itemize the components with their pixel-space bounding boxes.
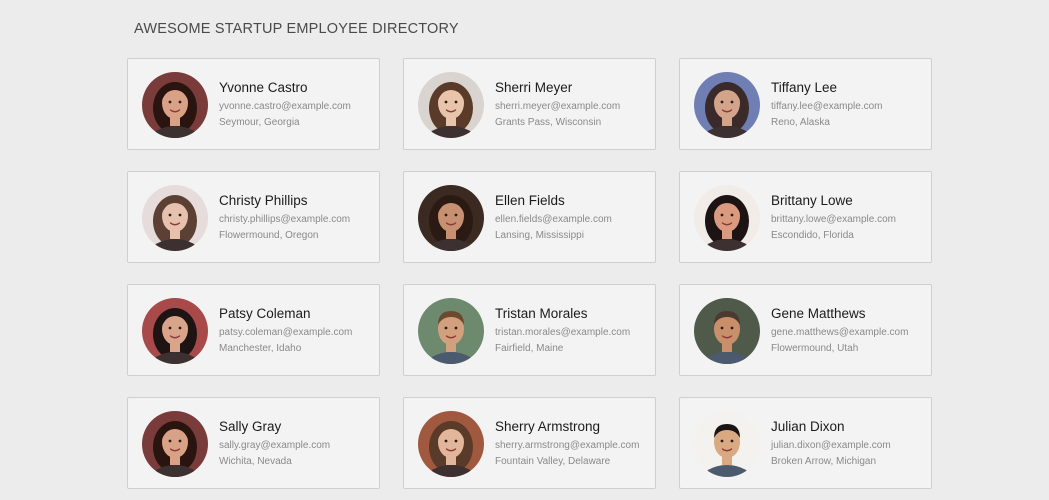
employee-name: Christy Phillips [219, 193, 308, 208]
avatar [418, 298, 484, 364]
employee-email: patsy.coleman@example.com [219, 327, 353, 338]
employee-location: Manchester, Idaho [219, 343, 302, 354]
employee-email: sherri.meyer@example.com [495, 101, 621, 112]
employee-email: brittany.lowe@example.com [771, 214, 897, 225]
woman-photo-avatar [142, 411, 208, 477]
employee-card[interactable]: Julian Dixon julian.dixon@example.com Brok… [679, 397, 932, 489]
man-photo-avatar [694, 411, 760, 477]
employee-card[interactable]: Tiffany Lee tiffany.lee@example.com Reno, … [679, 58, 932, 150]
employee-email: ellen.fields@example.com [495, 214, 612, 225]
employee-card[interactable]: Sally Gray sally.gray@example.com Wichita,… [127, 397, 380, 489]
avatar [142, 411, 208, 477]
employee-info: Sally Gray sally.gray@example.com Wichita,… [219, 418, 379, 468]
employee-name: Tristan Morales [495, 306, 588, 321]
avatar [694, 185, 760, 251]
directory-page: AWESOME STARTUP EMPLOYEE DIRECTORY Yvonn… [0, 0, 1049, 500]
employee-name: Ellen Fields [495, 193, 565, 208]
employee-name: Tiffany Lee [771, 80, 838, 95]
employee-card[interactable]: Yvonne Castro yvonne.castro@example.com Se… [127, 58, 380, 150]
woman-photo-avatar [694, 185, 760, 251]
woman-photo-avatar [142, 185, 208, 251]
avatar [142, 72, 208, 138]
employee-name: Gene Matthews [771, 306, 866, 321]
employee-name: Sherry Armstrong [495, 419, 601, 434]
employee-name: Patsy Coleman [219, 306, 311, 321]
employee-name: Sherri Meyer [495, 80, 573, 95]
employee-info: Patsy Coleman patsy.coleman@example.com Ma… [219, 305, 379, 355]
employee-info: Brittany Lowe brittany.lowe@example.com Es… [771, 192, 931, 242]
employee-email: tristan.morales@example.com [495, 327, 631, 338]
avatar [694, 298, 760, 364]
woman-photo-avatar [142, 298, 208, 364]
page-title: AWESOME STARTUP EMPLOYEE DIRECTORY [134, 21, 459, 37]
woman-photo-avatar [694, 72, 760, 138]
avatar [694, 72, 760, 138]
employee-email: christy.phillips@example.com [219, 214, 351, 225]
employee-name: Julian Dixon [771, 419, 845, 434]
employee-info: Sherri Meyer sherri.meyer@example.com Gran… [495, 79, 655, 129]
woman-photo-avatar [142, 72, 208, 138]
employee-location: Grants Pass, Wisconsin [495, 117, 602, 128]
employee-location: Flowermound, Oregon [219, 230, 319, 241]
woman-photo-avatar [418, 72, 484, 138]
avatar [418, 185, 484, 251]
employee-card[interactable]: Sherri Meyer sherri.meyer@example.com Gran… [403, 58, 656, 150]
employee-info: Yvonne Castro yvonne.castro@example.com Se… [219, 79, 379, 129]
employee-location: Fountain Valley, Delaware [495, 456, 611, 467]
employee-info: Tristan Morales tristan.morales@example.c… [495, 305, 655, 355]
employee-card[interactable]: Ellen Fields ellen.fields@example.com Lans… [403, 171, 656, 263]
employee-location: Escondido, Florida [771, 230, 854, 241]
employee-card[interactable]: Tristan Morales tristan.morales@example.c… [403, 284, 656, 376]
man-photo-avatar [694, 298, 760, 364]
employee-card[interactable]: Sherry Armstrong sherry.armstrong@example… [403, 397, 656, 489]
employee-location: Broken Arrow, Michigan [771, 456, 877, 467]
avatar [694, 411, 760, 477]
employee-email: julian.dixon@example.com [771, 440, 891, 451]
employee-location: Flowermound, Utah [771, 343, 859, 354]
employee-info: Tiffany Lee tiffany.lee@example.com Reno, … [771, 79, 931, 129]
employee-email: yvonne.castro@example.com [219, 101, 351, 112]
avatar [142, 298, 208, 364]
employee-location: Lansing, Mississippi [495, 230, 584, 241]
employee-email: sally.gray@example.com [219, 440, 331, 451]
employee-location: Reno, Alaska [771, 117, 830, 128]
employee-grid: Yvonne Castro yvonne.castro@example.com Se… [127, 58, 932, 489]
employee-email: tiffany.lee@example.com [771, 101, 883, 112]
avatar [142, 185, 208, 251]
woman-photo-avatar [418, 185, 484, 251]
employee-name: Brittany Lowe [771, 193, 853, 208]
employee-info: Gene Matthews gene.matthews@example.com Fl… [771, 305, 931, 355]
employee-card[interactable]: Christy Phillips christy.phillips@example… [127, 171, 380, 263]
woman-photo-avatar [418, 411, 484, 477]
employee-name: Sally Gray [219, 419, 282, 434]
avatar [418, 411, 484, 477]
employee-info: Sherry Armstrong sherry.armstrong@example… [495, 418, 655, 468]
avatar [418, 72, 484, 138]
employee-card[interactable]: Brittany Lowe brittany.lowe@example.com Es… [679, 171, 932, 263]
employee-info: Ellen Fields ellen.fields@example.com Lans… [495, 192, 655, 242]
employee-info: Christy Phillips christy.phillips@example… [219, 192, 379, 242]
employee-email: gene.matthews@example.com [771, 327, 909, 338]
employee-name: Yvonne Castro [219, 80, 308, 95]
employee-card[interactable]: Patsy Coleman patsy.coleman@example.com Ma… [127, 284, 380, 376]
employee-location: Wichita, Nevada [219, 456, 292, 467]
employee-location: Seymour, Georgia [219, 117, 300, 128]
employee-location: Fairfield, Maine [495, 343, 564, 354]
employee-info: Julian Dixon julian.dixon@example.com Brok… [771, 418, 931, 468]
employee-email: sherry.armstrong@example.com [495, 440, 640, 451]
man-photo-avatar [418, 298, 484, 364]
employee-card[interactable]: Gene Matthews gene.matthews@example.com Fl… [679, 284, 932, 376]
